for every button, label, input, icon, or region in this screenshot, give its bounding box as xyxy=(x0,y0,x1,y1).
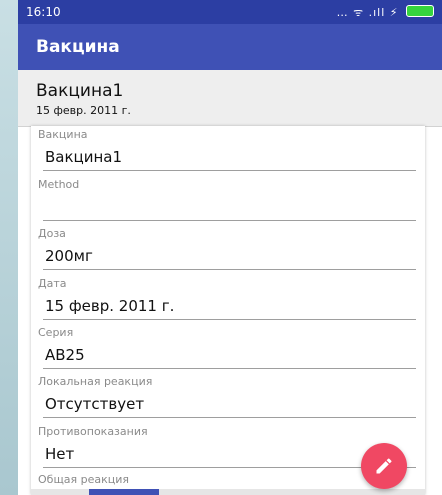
field-underline xyxy=(43,319,416,320)
status-bar: 16:10 … ᯤ .ıll ⚡ xyxy=(18,0,442,24)
field-underline xyxy=(43,269,416,270)
field-underline xyxy=(43,170,416,171)
phone-screen: 16:10 … ᯤ .ıll ⚡ Вакцина Вакцина1 15 фев… xyxy=(18,0,442,495)
field-underline xyxy=(43,220,416,221)
field-label: Общая реакция xyxy=(38,473,130,486)
field-value[interactable]: 200мг xyxy=(45,247,93,265)
status-time: 16:10 xyxy=(26,5,61,19)
field-label: Противопоказания xyxy=(38,425,148,438)
field-label: Доза xyxy=(38,227,66,240)
bottom-tab-strip xyxy=(31,489,425,495)
vaccine-form: Вакцина Вакцина1 Method Доза 200мг Дата … xyxy=(31,126,425,495)
field-label: Вакцина xyxy=(38,128,88,141)
field-value[interactable]: Отсутствует xyxy=(45,395,144,413)
field-label: Серия xyxy=(38,326,74,339)
field-label: Локальная реакция xyxy=(38,375,153,388)
background xyxy=(0,0,18,495)
field-value[interactable]: AB25 xyxy=(45,346,85,364)
battery-icon xyxy=(406,5,434,17)
field-value[interactable]: Вакцина1 xyxy=(45,148,122,166)
record-date: 15 февр. 2011 г. xyxy=(36,104,131,117)
field-value[interactable]: 15 февр. 2011 г. xyxy=(45,297,174,315)
pencil-icon xyxy=(376,458,392,474)
field-value[interactable]: Нет xyxy=(45,445,74,463)
app-bar: Вакцина xyxy=(18,24,442,70)
record-header: Вакцина1 15 февр. 2011 г. xyxy=(18,70,442,127)
field-underline xyxy=(43,368,416,369)
status-icons: … ᯤ .ıll ⚡ xyxy=(337,5,434,20)
edit-fab-button[interactable] xyxy=(361,443,407,489)
record-name: Вакцина1 xyxy=(36,81,124,101)
field-underline xyxy=(43,417,416,418)
signal-wifi-icon: … ᯤ .ıll ⚡ xyxy=(336,6,399,19)
tab-indicator xyxy=(89,489,159,495)
app-title: Вакцина xyxy=(36,37,120,57)
field-label: Дата xyxy=(38,277,67,290)
field-label: Method xyxy=(38,178,80,191)
